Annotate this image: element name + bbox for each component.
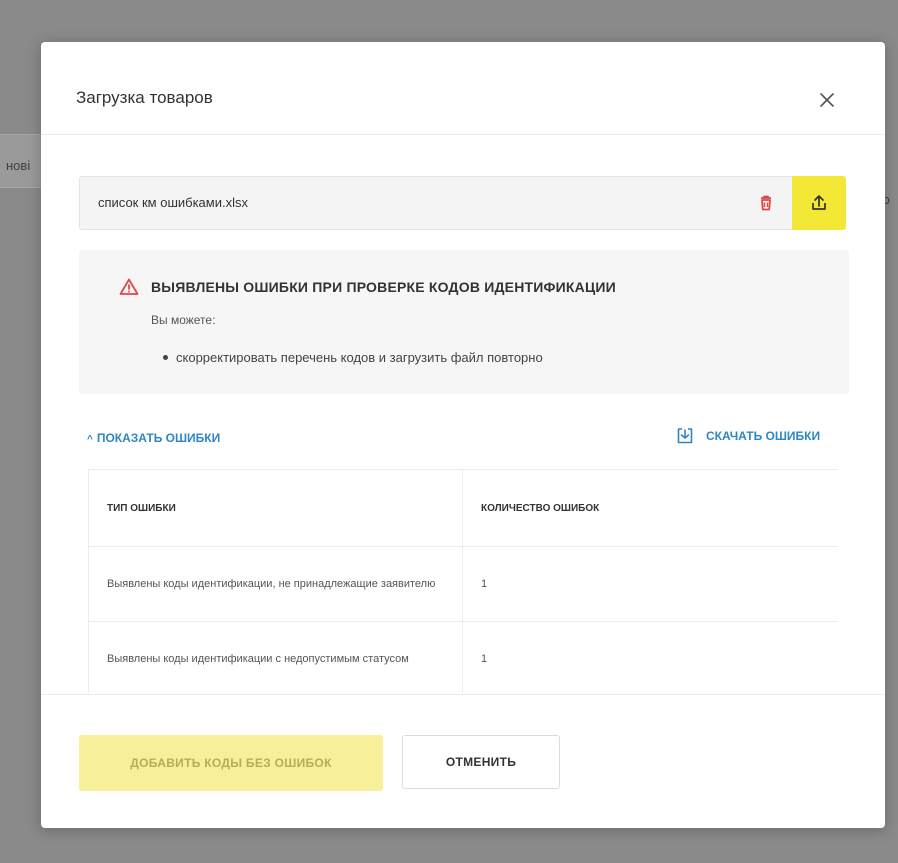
alert-title: ВЫЯВЛЕНЫ ОШИБКИ ПРИ ПРОВЕРКЕ КОДОВ ИДЕНТ… [151,279,616,295]
upload-goods-modal: Загрузка товаров список км ошибками.xlsx [41,42,885,828]
modal-title: Загрузка товаров [76,88,213,107]
errors-table: ТИП ОШИБКИ КОЛИЧЕСТВО ОШИБОК Выявлены ко… [88,469,838,693]
background-text-fragment: нові [6,158,31,173]
table-row: Выявлены коды идентификации с недопустим… [88,621,838,693]
alert-subtitle: Вы можете: [151,313,216,327]
error-type-cell: Выявлены коды идентификации, не принадле… [88,546,463,622]
file-field[interactable]: список км ошибками.xlsx [79,176,792,230]
table-row: Выявлены коды идентификации, не принадле… [88,546,838,622]
close-icon [820,93,834,107]
table-header-row: ТИП ОШИБКИ КОЛИЧЕСТВО ОШИБОК [88,469,838,547]
trash-icon [761,195,771,211]
download-errors-label: СКАЧАТЬ ОШИБКИ [706,429,821,444]
download-icon [677,428,693,444]
upload-file-button[interactable] [792,176,846,230]
modal-header: Загрузка товаров [41,42,885,135]
alert-bullet-text: скорректировать перечень кодов и загрузи… [176,350,543,365]
file-name: список км ошибками.xlsx [98,195,248,210]
add-codes-without-errors-button[interactable]: ДОБАВИТЬ КОДЫ БЕЗ ОШИБОК [79,735,383,791]
chevron-up-icon: ^ [87,434,93,445]
column-header-error-count: КОЛИЧЕСТВО ОШИБОК [462,469,838,547]
bullet-icon [163,355,168,361]
modal-footer: ДОБАВИТЬ КОДЫ БЕЗ ОШИБОК ОТМЕНИТЬ [41,694,885,829]
download-errors-link[interactable]: СКАЧАТЬ ОШИБКИ [676,428,820,450]
close-button[interactable] [815,88,839,112]
warning-triangle-icon [119,278,139,295]
upload-icon [812,195,826,210]
error-count-cell: 1 [462,621,838,693]
column-header-error-type: ТИП ОШИБКИ [88,469,463,547]
error-count-cell: 1 [462,546,838,622]
errors-table-container[interactable]: ТИП ОШИБКИ КОЛИЧЕСТВО ОШИБОК Выявлены ко… [88,469,838,693]
show-errors-toggle[interactable]: ^ ПОКАЗАТЬ ОШИБКИ [87,431,220,445]
error-alert: ВЫЯВЛЕНЫ ОШИБКИ ПРИ ПРОВЕРКЕ КОДОВ ИДЕНТ… [79,250,849,394]
delete-file-button[interactable] [755,192,777,214]
show-errors-label: ПОКАЗАТЬ ОШИБКИ [96,431,221,445]
cancel-button[interactable]: ОТМЕНИТЬ [402,735,560,789]
error-type-cell: Выявлены коды идентификации с недопустим… [88,621,463,693]
alert-bullet-item: скорректировать перечень кодов и загрузи… [163,350,543,365]
